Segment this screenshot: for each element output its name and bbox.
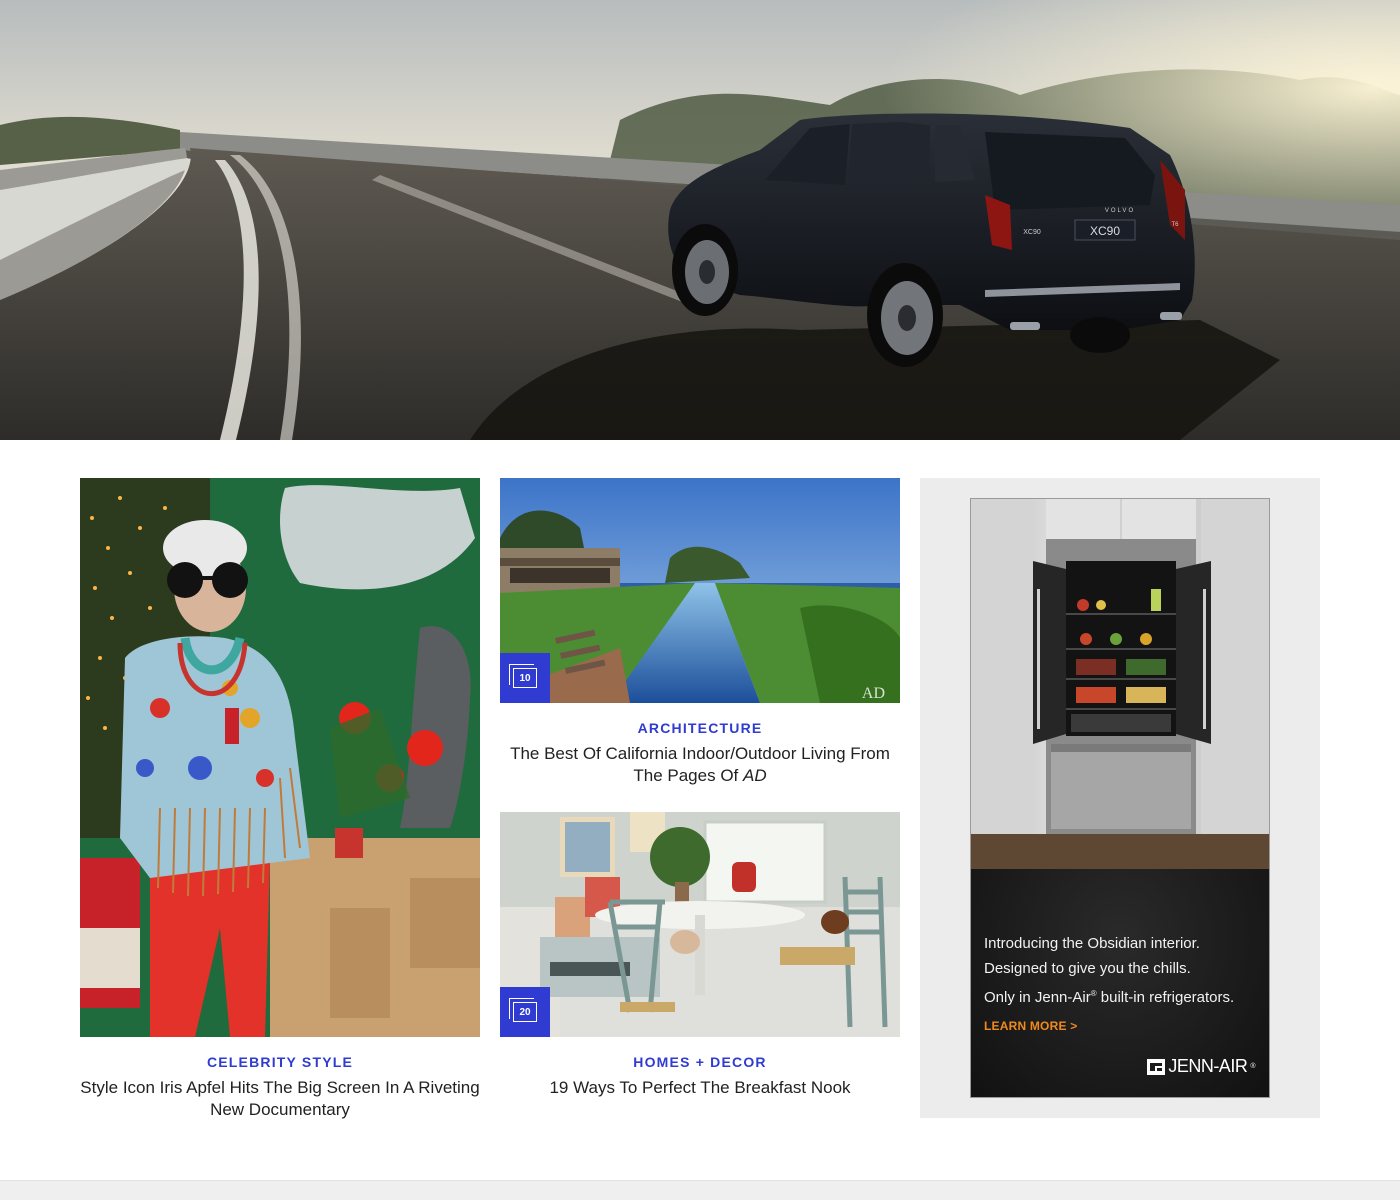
brand-text: VOLVO bbox=[1105, 208, 1135, 214]
gallery-count: 20 bbox=[509, 998, 537, 1022]
category-homes-decor[interactable]: Homes + Decor bbox=[500, 1054, 900, 1070]
plate-text: XC90 bbox=[1090, 224, 1120, 238]
headline-iris-apfel[interactable]: Style Icon Iris Apfel Hits The Big Scree… bbox=[80, 1077, 480, 1121]
jenn-air-ad[interactable]: Introducing the Obsidian interior. Desig… bbox=[970, 498, 1270, 1098]
architecture-card-image[interactable]: AD 10 bbox=[500, 478, 900, 703]
jenn-air-logo-icon bbox=[1147, 1058, 1166, 1075]
gallery-badge[interactable]: 20 bbox=[500, 987, 550, 1037]
hero-banner[interactable]: XC90 XC90 VOLVO T6 bbox=[0, 0, 1400, 440]
headline-breakfast-nook[interactable]: 19 Ways To Perfect The Breakfast Nook bbox=[500, 1077, 900, 1099]
footer-strip bbox=[0, 1180, 1400, 1200]
headline-california-living[interactable]: The Best Of California Indoor/Outdoor Li… bbox=[500, 743, 900, 787]
jenn-air-logo: JENN-AIR ® bbox=[1147, 1056, 1255, 1077]
iris-apfel-card-image[interactable] bbox=[80, 478, 480, 1037]
fridge-photo bbox=[971, 499, 1269, 869]
category-celebrity-style[interactable]: Celebrity Style bbox=[80, 1054, 480, 1070]
ad-copy-line3: Only in Jenn-Air® built-in refrigerators… bbox=[984, 989, 1235, 1006]
ad-copy: Introducing the Obsidian interior. Desig… bbox=[984, 931, 1264, 1010]
jenn-air-logo-text: JENN-AIR bbox=[1168, 1056, 1248, 1076]
category-architecture[interactable]: Architecture bbox=[500, 720, 900, 736]
breakfast-nook-card-image[interactable]: 20 bbox=[500, 812, 900, 1037]
ad-copy-line1: Introducing the Obsidian interior. bbox=[984, 935, 1200, 952]
badge-text: XC90 bbox=[1023, 229, 1041, 236]
gallery-badge[interactable]: 10 bbox=[500, 653, 550, 703]
learn-more-link[interactable]: LEARN MORE > bbox=[984, 1019, 1077, 1033]
breakfast-nook-photo bbox=[500, 812, 900, 1037]
pool-photo: AD bbox=[500, 478, 900, 703]
ad-copy-line2: Designed to give you the chills. bbox=[984, 960, 1191, 977]
headline-em: AD bbox=[743, 766, 767, 785]
ad-watermark: AD bbox=[862, 685, 885, 702]
ad-fridge-image bbox=[971, 499, 1269, 869]
hero-car-image: XC90 XC90 VOLVO T6 bbox=[0, 0, 1400, 440]
gallery-count: 10 bbox=[509, 664, 537, 688]
iris-apfel-photo bbox=[80, 478, 480, 1037]
trim-text: T6 bbox=[1171, 222, 1179, 228]
headline-main: The Best Of California Indoor/Outdoor Li… bbox=[510, 744, 890, 785]
